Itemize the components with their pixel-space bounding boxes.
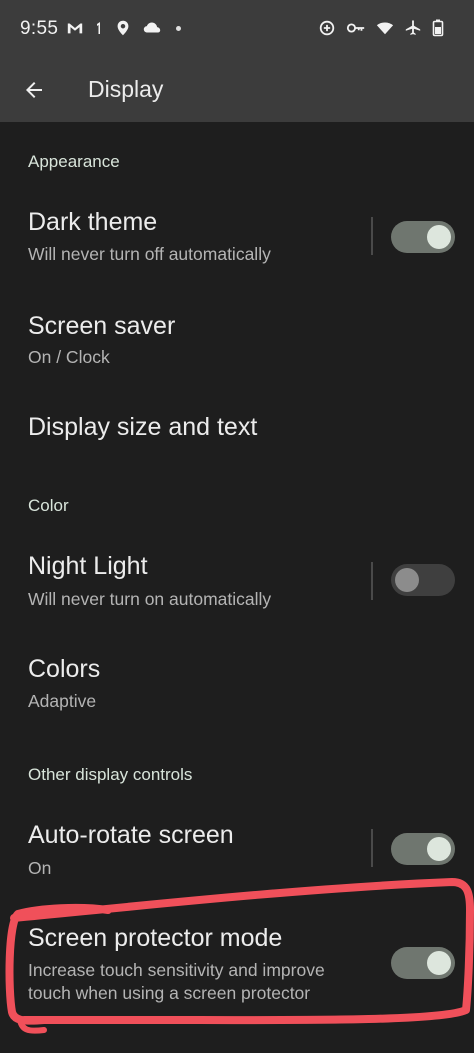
setting-subtitle: Will never turn off automatically [28, 244, 271, 264]
divider [371, 562, 373, 600]
setting-title: Night Light [28, 552, 148, 580]
divider [371, 829, 373, 867]
setting-subtitle: Adaptive [28, 691, 97, 711]
setting-night-light[interactable]: Night Light Will never turn on automatic… [0, 535, 474, 631]
night-light-toggle[interactable] [391, 564, 455, 596]
dark-theme-toggle[interactable] [391, 221, 455, 253]
notification-dot-icon [176, 25, 181, 31]
setting-display-size-and-text[interactable]: Display size and text [0, 396, 474, 476]
setting-title: Colors [28, 655, 101, 683]
setting-subtitle-line2: touch when using a screen protector [28, 983, 311, 1003]
divider [371, 217, 373, 255]
vpn-key-icon [346, 18, 366, 38]
arrow-back-icon [26, 82, 42, 98]
data-saver-icon [318, 18, 336, 38]
location-icon [114, 18, 132, 38]
toggle-knob [395, 568, 419, 592]
wifi-icon [376, 18, 394, 38]
battery-icon [432, 18, 444, 38]
setting-subtitle-line1: Increase touch sensitivity and improve [28, 960, 325, 980]
setting-title: Screen saver [28, 312, 176, 340]
page-title: Display [88, 76, 164, 102]
setting-title: Screen protector mode [28, 924, 283, 952]
setting-subtitle: Will never turn on automatically [28, 589, 272, 609]
screen-protector-toggle[interactable] [391, 947, 455, 979]
display-settings-screen: 9:55 Display Appearance Dark theme Will … [0, 0, 474, 1053]
cloud-icon [142, 18, 162, 38]
setting-title: Dark theme [28, 208, 158, 236]
setting-title: Display size and text [28, 413, 258, 441]
airplane-icon [404, 18, 422, 38]
setting-auto-rotate-screen[interactable]: Auto-rotate screen On [0, 804, 474, 900]
setting-screen-saver[interactable]: Screen saver On / Clock [0, 295, 474, 391]
setting-colors[interactable]: Colors Adaptive [0, 638, 474, 734]
setting-dark-theme[interactable]: Dark theme Will never turn off automatic… [0, 190, 474, 286]
setting-screen-protector-mode[interactable]: Screen protector mode Increase touch sen… [0, 906, 474, 1006]
setting-subtitle: On [28, 858, 52, 878]
toggle-knob [427, 951, 451, 975]
gmail-icon [66, 18, 84, 38]
section-header-appearance: Appearance [28, 152, 120, 171]
status-bar: 9:55 [0, 0, 474, 58]
sim-one-icon [94, 18, 104, 38]
section-header-color: Color [28, 496, 69, 515]
auto-rotate-toggle[interactable] [391, 833, 455, 865]
setting-subtitle: On / Clock [28, 347, 110, 367]
status-right-icons [318, 18, 444, 38]
status-left-icons [66, 18, 181, 38]
app-bar: Display [0, 58, 474, 122]
status-time: 9:55 [20, 18, 59, 39]
back-button[interactable] [14, 70, 54, 110]
section-header-other-display-controls: Other display controls [28, 765, 193, 784]
toggle-knob [427, 225, 451, 249]
setting-title: Auto-rotate screen [28, 821, 234, 849]
toggle-knob [427, 837, 451, 861]
